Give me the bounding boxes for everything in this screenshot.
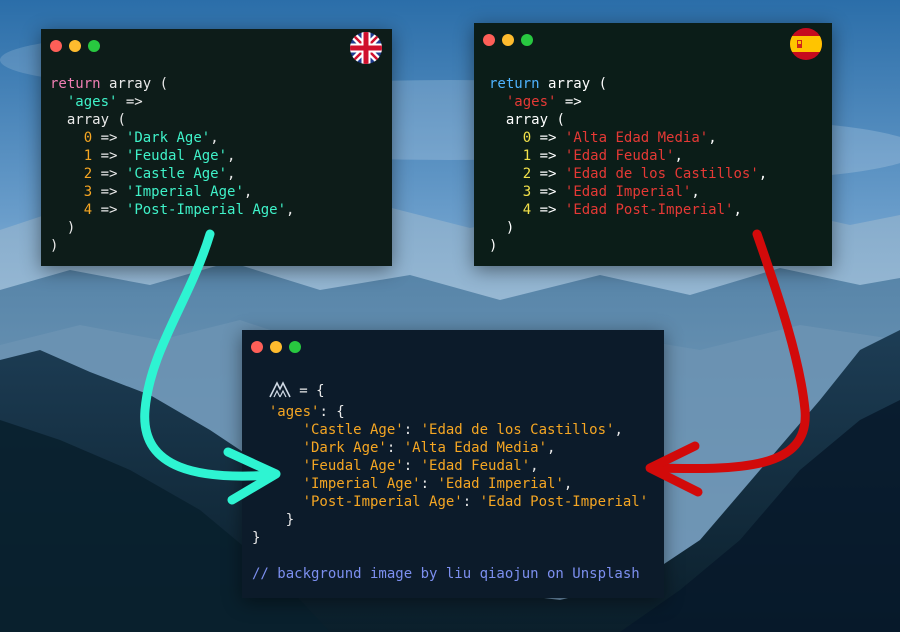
minimize-dot[interactable]	[69, 40, 81, 52]
minimize-dot[interactable]	[270, 341, 282, 353]
item-value: 'Edad de los Castillos'	[564, 166, 759, 182]
maximize-dot[interactable]	[88, 40, 100, 52]
array-fn: array	[109, 76, 152, 92]
ages-key: 'ages'	[505, 94, 557, 110]
item-value: 'Alta Edad Media'	[564, 130, 709, 146]
item-value: 'Feudal Age'	[125, 148, 228, 164]
item-value: 'Castle Age'	[125, 166, 228, 182]
maximize-dot[interactable]	[289, 341, 301, 353]
english-code: return array ( 'ages' => array ( 0 => 'D…	[50, 76, 295, 254]
return-keyword: return	[489, 76, 540, 92]
item-value: 'Edad Imperial'	[564, 184, 692, 200]
window-controls	[251, 341, 301, 353]
window-controls	[483, 34, 533, 46]
item-index: 1	[522, 148, 532, 164]
spain-flag-icon	[790, 28, 822, 60]
pair-value: 'Edad Post-Imperial'	[479, 494, 649, 510]
credit-comment: // background image by liu qiaojun on Un…	[252, 566, 640, 582]
spanish-code: return array ( 'ages' => array ( 0 => 'A…	[489, 76, 768, 254]
code-window-output: = { 'ages': { 'Castle Age': 'Edad de los…	[242, 330, 664, 598]
item-index: 0	[522, 130, 532, 146]
pair-key: 'Feudal Age'	[302, 458, 404, 474]
window-controls	[50, 40, 100, 52]
code-window-english: return array ( 'ages' => array ( 0 => 'D…	[41, 29, 392, 266]
uk-flag-icon	[350, 32, 382, 64]
pair-value: 'Alta Edad Media'	[403, 440, 548, 456]
item-index: 2	[83, 166, 93, 182]
item-index: 1	[83, 148, 93, 164]
pair-key: 'Dark Age'	[302, 440, 387, 456]
pair-key: 'Castle Age'	[302, 422, 404, 438]
array-fn-inner: array	[505, 112, 549, 128]
ages-key: 'ages'	[66, 94, 118, 110]
item-value: 'Edad Feudal'	[564, 148, 675, 164]
return-keyword: return	[50, 76, 101, 92]
close-dot[interactable]	[483, 34, 495, 46]
minimize-dot[interactable]	[502, 34, 514, 46]
pair-value: 'Edad Imperial'	[437, 476, 564, 492]
ages-key: 'ages'	[268, 404, 320, 420]
close-dot[interactable]	[251, 341, 263, 353]
item-value: 'Imperial Age'	[125, 184, 244, 200]
pair-key: 'Post-Imperial Age'	[302, 494, 463, 510]
array-fn-inner: array	[66, 112, 110, 128]
maximize-dot[interactable]	[521, 34, 533, 46]
pair-value: 'Edad de los Castillos'	[420, 422, 615, 438]
item-value: 'Edad Post-Imperial'	[564, 202, 734, 218]
item-value: 'Post-Imperial Age'	[125, 202, 287, 218]
item-index: 4	[522, 202, 532, 218]
code-window-spanish: return array ( 'ages' => array ( 0 => 'A…	[474, 23, 832, 266]
item-index: 3	[522, 184, 532, 200]
item-index: 4	[83, 202, 93, 218]
pair-value: 'Edad Feudal'	[420, 458, 531, 474]
item-value: 'Dark Age'	[125, 130, 211, 146]
output-code: = { 'ages': { 'Castle Age': 'Edad de los…	[252, 380, 648, 583]
close-dot[interactable]	[50, 40, 62, 52]
item-index: 2	[522, 166, 532, 182]
item-index: 3	[83, 184, 93, 200]
pair-key: 'Imperial Age'	[302, 476, 421, 492]
mountain-logo-icon	[269, 380, 291, 403]
item-index: 0	[83, 130, 93, 146]
array-fn: array	[548, 76, 591, 92]
